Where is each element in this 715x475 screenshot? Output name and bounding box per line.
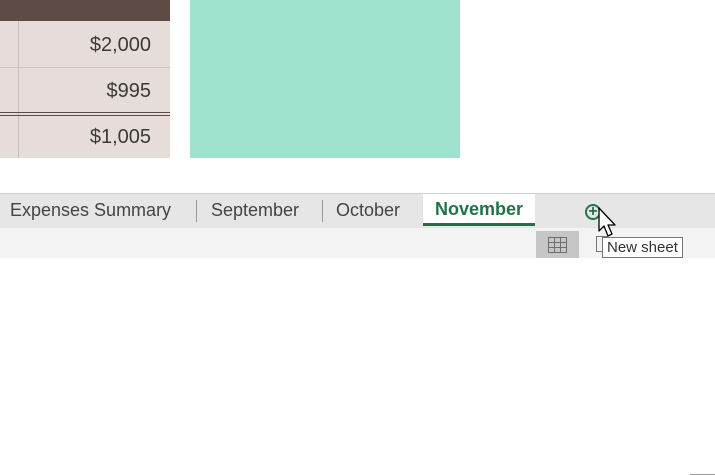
tab-separator [322,200,323,222]
plus-circle-icon: + [588,203,598,220]
row-divider [0,67,170,68]
normal-view-icon [548,237,567,253]
tab-october[interactable]: October [336,194,400,227]
total-double-line-top [0,112,170,113]
normal-view-button[interactable] [536,231,579,258]
table-cell-value[interactable]: $2,000 [19,33,151,57]
mouse-pointer-icon [598,207,616,237]
table-cell-total[interactable]: $1,005 [19,125,151,149]
tab-november[interactable]: November [423,194,536,226]
table-cell-value[interactable]: $995 [19,79,152,103]
new-sheet-tooltip: New sheet [602,237,683,258]
tab-september[interactable]: September [211,194,299,227]
tab-separator [196,200,197,222]
table-header-band [0,0,170,21]
total-double-line-bottom [0,115,170,116]
tab-expenses-summary[interactable]: Expenses Summary [10,194,171,227]
worksheet-grid[interactable]: $2,000 $995 $1,005 [0,0,715,193]
chart-shape[interactable] [190,0,460,158]
